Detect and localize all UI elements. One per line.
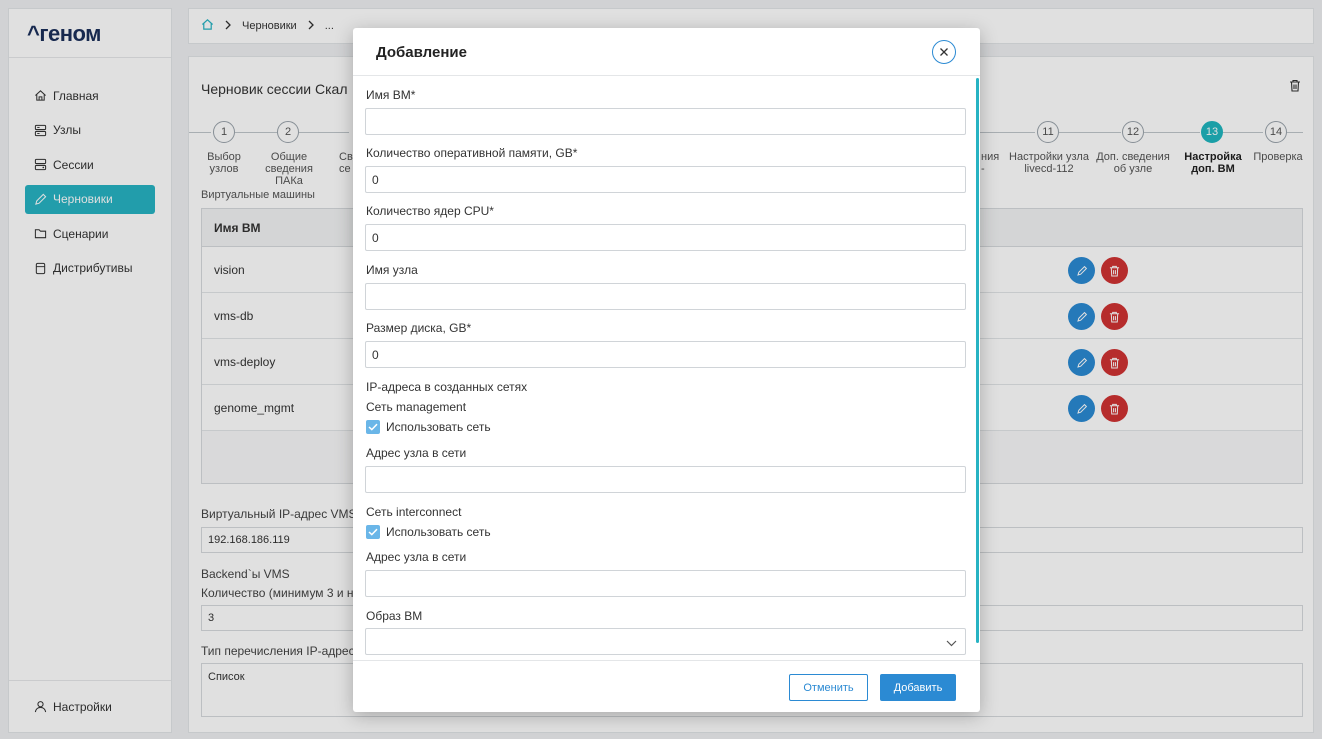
ram-label: Количество оперативной памяти, GB* — [366, 146, 578, 160]
use-network-checkbox[interactable]: Использовать сеть — [366, 420, 491, 434]
dialog-body: Имя ВМ* Количество оперативной памяти, G… — [353, 77, 980, 660]
cpu-input[interactable]: 0 — [365, 224, 966, 251]
node-address-label: Адрес узла в сети — [366, 550, 467, 564]
add-vm-dialog: Добавление Имя ВМ* Количество оперативно… — [353, 28, 980, 712]
use-network-checkbox[interactable]: Использовать сеть — [366, 525, 491, 539]
node-name-label: Имя узла — [366, 263, 418, 277]
disk-input[interactable]: 0 — [365, 341, 966, 368]
vm-name-input[interactable] — [365, 108, 966, 135]
vm-image-select[interactable] — [365, 628, 966, 655]
ip-section-label: IP-адреса в созданных сетях — [366, 380, 528, 394]
node-address-label: Адрес узла в сети — [366, 446, 467, 460]
vm-name-label: Имя ВМ* — [366, 88, 416, 102]
node-address-input[interactable] — [365, 466, 966, 493]
chevron-down-icon — [946, 636, 957, 650]
checkbox-label: Использовать сеть — [386, 525, 491, 539]
network-name-label: Сеть interconnect — [366, 505, 462, 519]
network-name-label: Сеть management — [366, 400, 467, 414]
cpu-label: Количество ядер CPU* — [366, 204, 494, 218]
close-button[interactable] — [932, 40, 956, 64]
dialog-header: Добавление — [353, 28, 980, 76]
node-address-input[interactable] — [365, 570, 966, 597]
vm-image-label: Образ ВМ — [366, 609, 423, 623]
cancel-button[interactable]: Отменить — [789, 674, 868, 701]
dialog-footer: Отменить Добавить — [353, 660, 980, 712]
checkmark-icon[interactable] — [366, 420, 380, 434]
disk-label: Размер диска, GB* — [366, 321, 472, 335]
add-button[interactable]: Добавить — [880, 674, 956, 701]
close-icon — [940, 48, 948, 56]
dialog-title: Добавление — [376, 44, 467, 61]
node-name-input[interactable] — [365, 283, 966, 310]
checkmark-icon[interactable] — [366, 525, 380, 539]
checkbox-label: Использовать сеть — [386, 420, 491, 434]
ram-input[interactable]: 0 — [365, 166, 966, 193]
